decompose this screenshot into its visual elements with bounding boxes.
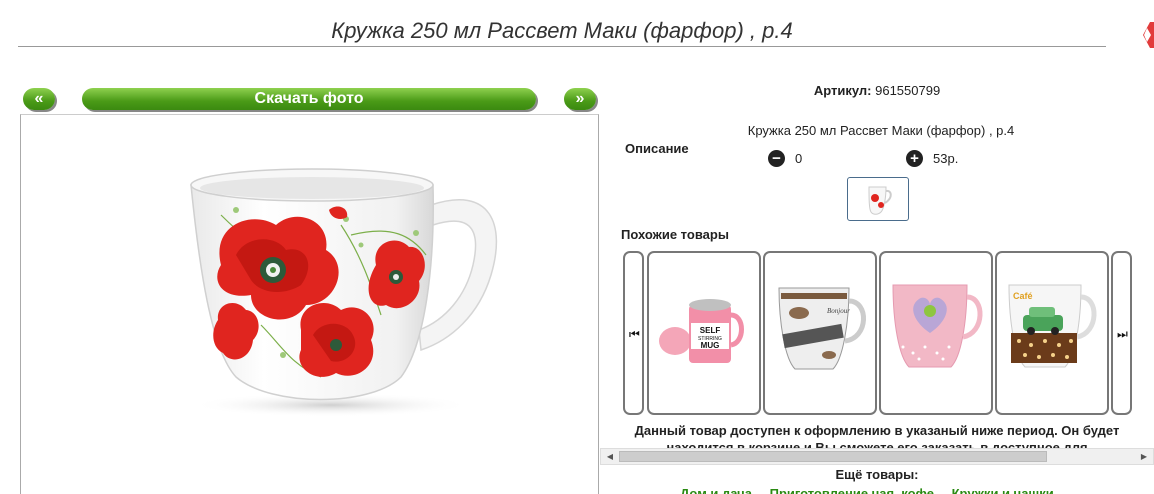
scrollbar-thumb[interactable] <box>619 451 1047 462</box>
similar-item-car-mug[interactable]: Café <box>995 251 1109 415</box>
svg-text:Café: Café <box>1013 291 1033 301</box>
self-stirring-mug-image: SELF STIRRING MUG <box>659 299 744 363</box>
title-divider <box>18 46 1106 47</box>
scroll-right-icon[interactable]: ▶ <box>1136 449 1152 464</box>
close-icon[interactable] <box>1141 22 1154 48</box>
poppy-mug-image <box>190 168 498 417</box>
quantity-value: 0 <box>795 151 803 166</box>
download-photo-button[interactable]: Скачать фото <box>82 88 536 110</box>
next-photo-button[interactable]: » <box>564 88 596 110</box>
prev-photo-button[interactable]: « <box>23 88 55 110</box>
bonjour-mug-image: Bonjour <box>778 287 866 370</box>
carousel-prev-icon: ⏮ <box>629 327 640 341</box>
heart-mug-image <box>892 284 983 368</box>
availability-notice: Данный товар доступен к оформлению в ука… <box>634 423 1120 448</box>
article-value: 961550799 <box>875 83 941 98</box>
more-products-title: Ещё товары: <box>835 467 919 482</box>
svg-text:MUG: MUG <box>701 341 720 350</box>
increase-quantity-button[interactable]: + <box>906 150 923 167</box>
category-link-home[interactable]: Дом и дача <box>680 486 752 494</box>
category-links: Дом и дача Приготовление чая, кофе Кружк… <box>680 486 1068 494</box>
svg-text:SELF: SELF <box>700 326 721 335</box>
product-thumbnail[interactable] <box>847 177 909 221</box>
carousel-next-button[interactable]: ⏭ <box>1111 251 1132 415</box>
car-mug-image: Café <box>1008 284 1097 368</box>
category-link-mugs[interactable]: Кружки и чашки <box>952 486 1054 494</box>
similar-item-bonjour-mug[interactable]: Bonjour <box>763 251 877 415</box>
horizontal-scrollbar[interactable]: ◀ ▶ <box>600 448 1154 465</box>
similar-item-self-stirring-mug[interactable]: SELF STIRRING MUG <box>647 251 761 415</box>
price-value: 53р. <box>933 151 959 166</box>
svg-text:Bonjour: Bonjour <box>827 307 850 315</box>
description-label: Описание <box>625 141 689 156</box>
carousel-next-icon: ⏭ <box>1117 327 1128 341</box>
product-photo <box>20 114 599 494</box>
carousel-prev-button[interactable]: ⏮ <box>623 251 644 415</box>
similar-item-heart-mug[interactable] <box>879 251 993 415</box>
page-title: Кружка 250 мл Рассвет Маки (фарфор) , р.… <box>331 18 793 43</box>
decrease-quantity-button[interactable]: − <box>768 150 785 167</box>
category-link-tea-coffee[interactable]: Приготовление чая, кофе <box>770 486 934 494</box>
article-label: Артикул: <box>813 83 872 98</box>
similar-products-title: Похожие товары <box>621 227 729 242</box>
description-text: Кружка 250 мл Рассвет Маки (фарфор) , р.… <box>747 123 1015 138</box>
article-line: Артикул: 961550799 <box>600 83 1154 98</box>
scroll-left-icon[interactable]: ◀ <box>602 449 618 464</box>
